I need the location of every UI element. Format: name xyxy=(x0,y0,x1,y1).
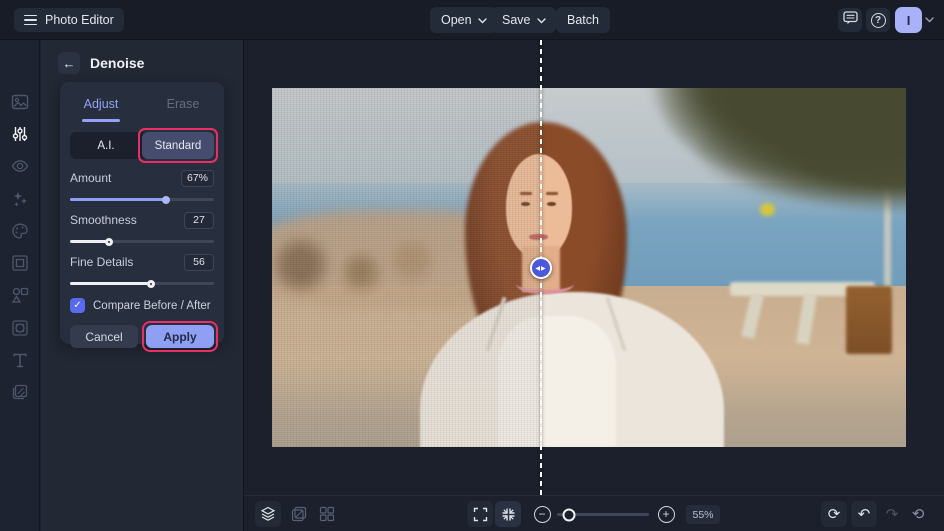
comment-icon xyxy=(842,10,858,30)
photo-foliage xyxy=(627,88,906,218)
zoom-in-button[interactable]: + xyxy=(653,501,679,527)
grid-icon xyxy=(319,506,335,522)
layers-button[interactable] xyxy=(255,501,281,527)
slider-label: Fine Details xyxy=(70,255,134,269)
sidebar-item-artsy[interactable] xyxy=(11,222,29,240)
undo-icon: ↶ xyxy=(857,506,871,523)
back-button[interactable]: ← xyxy=(58,52,80,74)
slider-label: Smoothness xyxy=(70,213,137,227)
photo-planter xyxy=(846,286,892,354)
sidebar-item-frames[interactable] xyxy=(11,319,29,337)
reset-button[interactable]: ⟳ xyxy=(821,501,847,527)
cancel-button[interactable]: Cancel xyxy=(70,325,138,348)
open-button[interactable]: Open xyxy=(430,7,497,33)
slider-thumb[interactable] xyxy=(162,195,171,204)
panel-tabs: Adjust Erase xyxy=(60,90,224,120)
denoise-panel: ← Denoise Adjust Erase A.I. Standard Amo… xyxy=(41,40,244,531)
checkbox-check-icon: ✓ xyxy=(70,298,85,313)
back-arrow-icon: ← xyxy=(62,55,76,71)
zoom-slider-thumb[interactable] xyxy=(562,508,576,521)
hamburger-icon xyxy=(24,14,37,26)
collage-grid-button[interactable] xyxy=(314,501,340,527)
fullscreen-button[interactable] xyxy=(467,501,493,527)
slider-thumb[interactable] xyxy=(104,237,113,246)
amount-slider[interactable] xyxy=(70,195,214,204)
sidebar-item-overlays[interactable] xyxy=(11,383,29,401)
help-icon: ? xyxy=(870,12,886,28)
before-after-handle[interactable]: ◀▶ xyxy=(530,257,552,279)
help-button[interactable]: ? xyxy=(866,8,890,32)
fine-details-slider[interactable] xyxy=(70,279,214,288)
redo-button[interactable]: ↷ xyxy=(879,501,905,527)
feedback-button[interactable] xyxy=(838,8,862,32)
main-menu-button[interactable]: Photo Editor xyxy=(14,8,124,32)
fine-details-slider-group: Fine Details 56 xyxy=(70,253,214,288)
mode-ai-button[interactable]: A.I. xyxy=(70,132,142,159)
slider-thumb[interactable] xyxy=(146,279,155,288)
mode-switch: A.I. Standard xyxy=(70,128,218,163)
blend-compare-button[interactable] xyxy=(286,501,312,527)
history-icon: ⟲ xyxy=(911,506,925,523)
batch-button[interactable]: Batch xyxy=(556,7,610,33)
sidebar-item-image[interactable] xyxy=(11,93,29,111)
top-bar: Photo Editor Open Save Batch ? I xyxy=(0,0,944,40)
photo-editor-app: Photo Editor Open Save Batch ? I ← Denoi… xyxy=(0,0,944,531)
zoom-in-icon: + xyxy=(657,505,675,523)
chevron-down-icon xyxy=(477,17,487,23)
sidebar-item-text[interactable] xyxy=(11,351,29,369)
tab-erase[interactable]: Erase xyxy=(142,90,224,120)
smoothness-slider[interactable] xyxy=(70,237,214,246)
sidebar-item-adjust[interactable] xyxy=(11,125,29,143)
apply-button[interactable]: Apply xyxy=(146,325,214,348)
fit-screen-button[interactable] xyxy=(495,501,521,527)
denoise-card: Adjust Erase A.I. Standard Amount 67% Sm… xyxy=(60,82,224,352)
editor-canvas: ◀▶ xyxy=(245,40,944,495)
avatar[interactable]: I xyxy=(895,7,922,33)
smoothness-slider-group: Smoothness 27 xyxy=(70,211,214,246)
zoom-out-icon: − xyxy=(533,505,551,523)
zoom-slider[interactable] xyxy=(557,508,649,521)
account-chevron-icon[interactable] xyxy=(925,17,934,23)
sidebar-item-canvas[interactable] xyxy=(11,254,29,272)
tools-sidebar xyxy=(0,40,40,531)
save-button[interactable]: Save xyxy=(491,7,556,33)
layers-icon xyxy=(260,506,276,522)
sidebar-item-effects[interactable] xyxy=(11,190,29,208)
history-button[interactable]: ⟲ xyxy=(905,501,931,527)
sidebar-item-graphics[interactable] xyxy=(11,286,29,304)
app-title: Photo Editor xyxy=(45,13,114,27)
slider-label: Amount xyxy=(70,171,112,185)
redo-icon: ↷ xyxy=(885,506,899,523)
tab-adjust[interactable]: Adjust xyxy=(60,90,142,120)
chevron-down-icon xyxy=(536,17,546,23)
slider-value-badge: 27 xyxy=(184,211,214,229)
panel-title: Denoise xyxy=(90,55,145,71)
zoom-out-button[interactable]: − xyxy=(529,501,555,527)
expand-icon xyxy=(473,507,488,522)
slider-value-badge: 67% xyxy=(180,169,214,187)
amount-slider-group: Amount 67% xyxy=(70,169,214,204)
collapse-icon xyxy=(501,507,516,522)
bottom-toolbar: − + 55% ⟳ ↶ ↷ ⟲ xyxy=(245,495,944,531)
photo-preview xyxy=(272,88,906,447)
before-noise-overlay xyxy=(272,88,541,447)
slider-value-badge: 56 xyxy=(184,253,214,271)
zoom-level-badge: 55% xyxy=(686,505,720,524)
compare-before-after-checkbox[interactable]: ✓ Compare Before / After xyxy=(70,298,214,313)
sidebar-item-touchup[interactable] xyxy=(11,157,29,175)
undo-button[interactable]: ↶ xyxy=(851,501,877,527)
checkbox-label: Compare Before / After xyxy=(93,299,211,312)
blend-icon xyxy=(291,506,307,522)
reset-icon: ⟳ xyxy=(827,506,841,523)
mode-standard-button[interactable]: Standard xyxy=(142,132,214,159)
